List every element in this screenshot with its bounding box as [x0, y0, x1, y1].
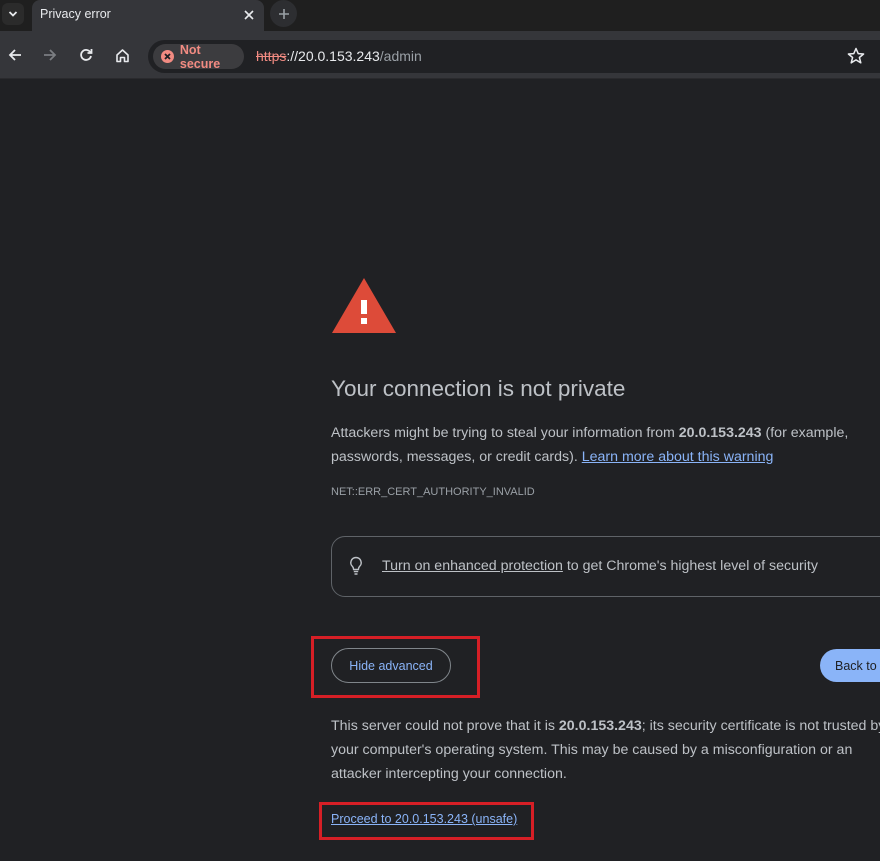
reload-button[interactable] — [74, 43, 98, 67]
tab-title: Privacy error — [40, 7, 111, 21]
forward-arrow-icon — [44, 49, 57, 61]
advanced-paragraph-line1: This server could not prove that it is 2… — [331, 714, 880, 738]
security-chip[interactable]: Not secure — [153, 42, 244, 71]
tab-strip: Privacy error — [0, 0, 880, 31]
back-button[interactable] — [3, 43, 27, 67]
enhanced-protection-text: Turn on enhanced protection to get Chrom… — [382, 558, 818, 574]
home-icon — [115, 48, 129, 62]
not-secure-icon — [161, 50, 174, 63]
close-icon — [244, 10, 254, 20]
enhanced-protection-box: Turn on enhanced protection to get Chrom… — [331, 536, 880, 597]
adv-prefix: This server could not prove that it is — [331, 718, 559, 734]
para1-suffix: (for example, — [761, 425, 849, 441]
forward-button[interactable] — [38, 43, 62, 67]
warning-paragraph-line2: passwords, messages, or credit cards). L… — [331, 445, 773, 469]
para1-line2-prefix: passwords, messages, or credit cards). — [331, 449, 582, 465]
chevron-down-icon — [8, 11, 18, 17]
url-scheme: https — [256, 48, 287, 64]
warning-icon — [332, 278, 396, 333]
tab-close-button[interactable] — [239, 5, 259, 25]
highlight-box-proceed — [319, 802, 534, 840]
para1-host: 20.0.153.243 — [678, 425, 762, 441]
reload-icon — [80, 49, 93, 61]
enhanced-protection-suffix: to get Chrome's highest level of securit… — [562, 558, 818, 574]
adv-host: 20.0.153.243 — [558, 718, 642, 734]
page-title: Your connection is not private — [331, 376, 626, 401]
new-tab-button[interactable] — [270, 0, 297, 27]
plus-icon — [278, 8, 289, 19]
home-button[interactable] — [110, 43, 134, 67]
url-host: ://20.0.153.243 — [286, 48, 380, 64]
not-secure-label: Not secure — [179, 42, 221, 71]
back-to-safety-button[interactable]: Back to safety — [820, 649, 880, 682]
url-path: /admin — [379, 48, 422, 64]
advanced-paragraph-line3: attacker intercepting your connection. — [331, 766, 567, 782]
enhanced-protection-link[interactable]: Turn on enhanced protection — [382, 558, 563, 574]
advanced-paragraph-line2: your computer's operating system. This m… — [331, 742, 853, 758]
highlight-box-hide-advanced — [311, 636, 480, 698]
error-code: NET::ERR_CERT_AUTHORITY_INVALID — [331, 486, 535, 498]
tab-privacy-error[interactable]: Privacy error — [32, 0, 264, 31]
tab-search-button[interactable] — [2, 3, 24, 25]
url-text[interactable]: https://20.0.153.243/admin — [256, 48, 422, 64]
address-bar[interactable]: Not secure https://20.0.153.243/admin — [148, 40, 880, 73]
adv-suffix: ; its security certificate is not truste… — [641, 718, 880, 734]
star-icon[interactable] — [846, 46, 866, 66]
lightbulb-icon — [350, 556, 362, 575]
back-arrow-icon — [8, 49, 21, 61]
para1-prefix: Attackers might be trying to steal your … — [331, 425, 679, 441]
warning-paragraph-line1: Attackers might be trying to steal your … — [331, 421, 848, 445]
learn-more-link[interactable]: Learn more about this warning — [582, 449, 774, 465]
